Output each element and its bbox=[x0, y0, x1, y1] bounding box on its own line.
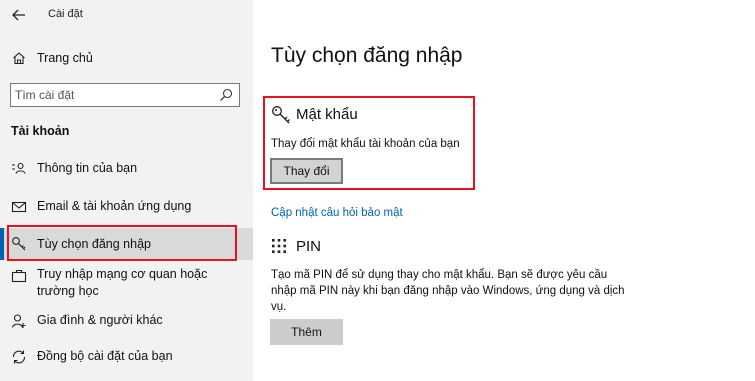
search-box[interactable] bbox=[10, 83, 240, 107]
people-icon bbox=[11, 314, 26, 328]
change-password-button[interactable]: Thay đổi bbox=[270, 158, 343, 184]
mail-icon bbox=[11, 201, 27, 213]
page-title: Tùy chọn đăng nhập bbox=[271, 44, 463, 67]
search-input[interactable] bbox=[15, 87, 215, 103]
sidebar-item-label: Thông tin của bạn bbox=[37, 161, 138, 175]
sidebar-item-label: Truy nhập mạng cơ quan hoặc trường học bbox=[37, 267, 208, 298]
sidebar-item-label: Email & tài khoản ứng dụng bbox=[37, 199, 192, 213]
sync-icon bbox=[12, 350, 26, 364]
sidebar-item-label: Đồng bộ cài đặt của bạn bbox=[37, 349, 173, 363]
highlight-box bbox=[7, 225, 237, 261]
sidebar-item-your-info[interactable]: Thông tin của bạn bbox=[0, 158, 253, 180]
person-card-icon bbox=[12, 162, 26, 174]
section-heading-accounts: Tài khoản bbox=[11, 124, 70, 138]
pin-description: Tạo mã PIN để sử dụng thay cho mật khẩu.… bbox=[271, 269, 625, 313]
sidebar-item-email-accounts[interactable]: Email & tài khoản ứng dụng bbox=[0, 196, 253, 218]
active-indicator bbox=[0, 228, 4, 260]
back-arrow-icon[interactable] bbox=[10, 6, 28, 24]
briefcase-icon bbox=[11, 269, 27, 283]
nav-home-label: Trang chủ bbox=[37, 51, 93, 65]
sidebar-item-family[interactable]: Gia đình & người khác bbox=[0, 310, 253, 332]
title-bar: Cài đặt bbox=[0, 0, 253, 30]
password-heading-label: Mật khẩu bbox=[296, 106, 358, 123]
sidebar-item-sync[interactable]: Đồng bộ cài đặt của bạn bbox=[0, 346, 253, 368]
pin-heading-label: PIN bbox=[296, 238, 322, 255]
add-pin-button[interactable]: Thêm bbox=[270, 319, 343, 345]
sidebar-item-work-school[interactable]: Truy nhập mạng cơ quan hoặc trường học bbox=[0, 265, 253, 301]
nav-home[interactable]: Trang chủ bbox=[0, 46, 253, 72]
update-security-questions-link[interactable]: Cập nhật câu hỏi bảo mật bbox=[271, 207, 403, 219]
sidebar-item-label: Gia đình & người khác bbox=[37, 313, 163, 327]
pin-keypad-icon bbox=[272, 239, 286, 253]
app-title: Cài đặt bbox=[48, 8, 83, 20]
key-icon bbox=[272, 106, 290, 124]
home-icon bbox=[13, 52, 25, 65]
sidebar: Cài đặt Trang chủ Tài khoản Thông tin củ… bbox=[0, 0, 253, 381]
password-description: Thay đổi mật khẩu tài khoản của bạn bbox=[271, 138, 460, 150]
search-icon[interactable] bbox=[219, 88, 233, 102]
